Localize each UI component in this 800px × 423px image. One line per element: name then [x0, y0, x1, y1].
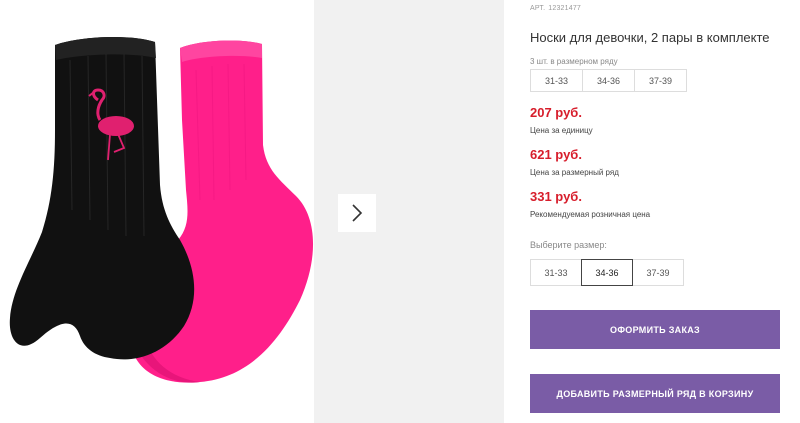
retail-price: 331 руб.: [530, 189, 582, 204]
product-gallery: [0, 0, 505, 423]
size-option-37-39[interactable]: 37-39: [632, 259, 684, 286]
socks-image: [9, 36, 314, 383]
pack-sizes: 31-33 34-36 37-39: [530, 69, 687, 92]
sku-value: 12321477: [548, 5, 582, 12]
size-select-label: Выберите размер:: [530, 240, 607, 250]
size-option-34-36[interactable]: 34-36: [581, 259, 633, 286]
pack-size-item: 31-33: [530, 69, 583, 92]
retail-price-label: Рекомендуемая розничная цена: [530, 210, 651, 219]
pack-size-item: 37-39: [634, 69, 687, 92]
size-option-31-33[interactable]: 31-33: [530, 259, 582, 286]
product-photo[interactable]: [0, 0, 314, 423]
place-order-button[interactable]: Оформить заказ: [530, 310, 780, 349]
next-image-button[interactable]: [338, 194, 376, 232]
pack-size-item: 34-36: [582, 69, 635, 92]
unit-price-label: Цена за единицу: [530, 126, 593, 135]
size-selector: 31-33 34-36 37-39: [530, 259, 684, 286]
black-sock-image: [9, 36, 195, 360]
sku-label: АРТ.: [530, 5, 546, 12]
add-size-range-to-cart-button[interactable]: Добавить размерный ряд в корзину: [530, 374, 780, 413]
product-title: Носки для девочки, 2 пары в комплекте: [530, 30, 770, 45]
size-range-price: 621 руб.: [530, 147, 582, 162]
product-sku: АРТ. 12321477: [530, 5, 581, 12]
chevron-right-icon: [352, 204, 363, 222]
unit-price: 207 руб.: [530, 105, 582, 120]
pack-size-note: 3 шт. в размерном ряду: [530, 57, 618, 66]
size-range-price-label: Цена за размерный ряд: [530, 168, 619, 177]
